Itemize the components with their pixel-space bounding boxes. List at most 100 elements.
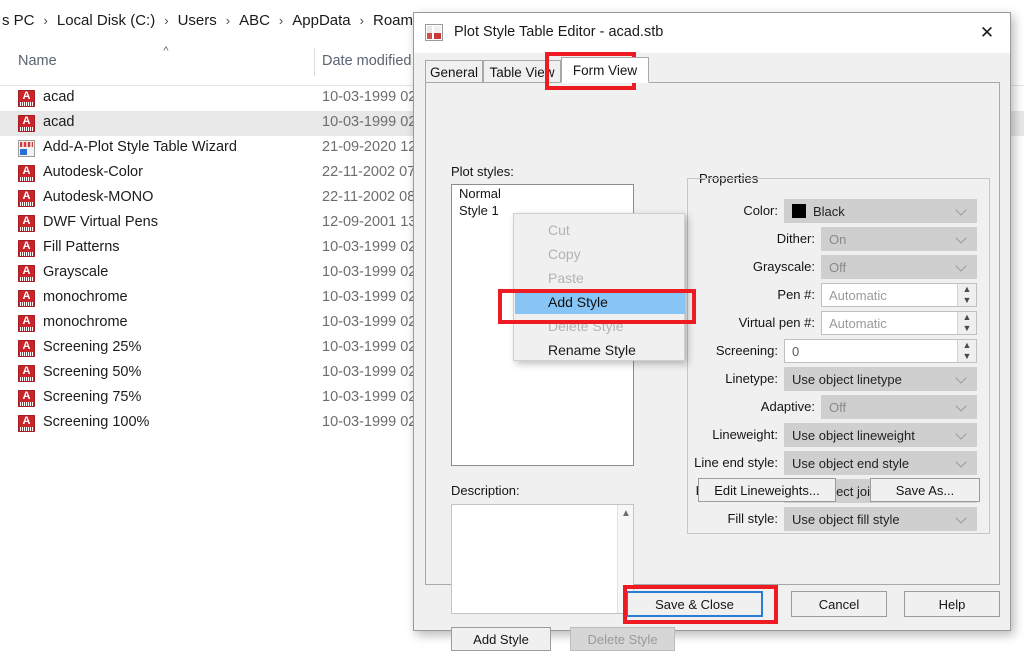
lineweight-value: Use object lineweight <box>792 427 915 443</box>
property-label: Adaptive: <box>760 399 815 414</box>
edit-lineweights-button[interactable]: Edit Lineweights... <box>698 478 836 502</box>
property-label: Screening: <box>715 343 778 358</box>
stb-file-icon <box>18 264 35 282</box>
screening-spinner[interactable]: 0 ▲ ▼ <box>784 339 977 363</box>
property-row: Fill style: Use object fill style <box>688 507 989 531</box>
breadcrumb-item[interactable]: ABC <box>237 12 272 29</box>
fill-style-dropdown[interactable]: Use object fill style <box>784 507 977 531</box>
breadcrumb-separator: › <box>43 12 48 28</box>
spinner-up-icon[interactable]: ▲ <box>958 312 976 323</box>
stb-file-icon <box>18 239 35 257</box>
property-row: Lineweight: Use object lineweight <box>688 423 989 447</box>
file-name: Screening 100% <box>43 414 150 430</box>
plot-style-list-item[interactable]: Normal <box>452 185 633 202</box>
linetype-dropdown[interactable]: Use object linetype <box>784 367 977 391</box>
plot-styles-context-menu[interactable]: Cut Copy Paste Add Style Delete Style Rename … <box>513 213 685 361</box>
column-header-name[interactable]: Name <box>18 53 57 69</box>
property-row: Adaptive: Off <box>688 395 989 419</box>
stb-file-icon <box>18 214 35 232</box>
property-row: Linetype: Use object linetype <box>688 367 989 391</box>
chevron-down-icon[interactable] <box>957 401 968 412</box>
file-date-modified: 10-03-1999 02 <box>322 239 417 255</box>
breadcrumb-separator: › <box>278 12 284 28</box>
cancel-button[interactable]: Cancel <box>791 591 887 617</box>
add-style-button[interactable]: Add Style <box>451 627 551 651</box>
file-name: Fill Patterns <box>43 239 120 255</box>
context-menu-item-copy: Copy <box>548 246 581 262</box>
color-dropdown[interactable]: Black <box>784 199 977 223</box>
property-label: Virtual pen #: <box>738 315 815 330</box>
spinner-down-icon[interactable]: ▼ <box>958 295 976 306</box>
scroll-up-icon[interactable]: ▲ <box>618 506 634 522</box>
file-name: Screening 75% <box>43 389 142 405</box>
file-icon-cell <box>18 164 35 182</box>
stb-file-icon <box>18 114 35 132</box>
virtual-pen-spinner-buttons[interactable]: ▲ ▼ <box>957 312 976 334</box>
file-icon-cell <box>18 264 35 282</box>
stb-file-icon <box>18 389 35 407</box>
property-row: Pen #: Automatic ▲ ▼ <box>688 283 989 307</box>
help-button[interactable]: Help <box>904 591 1000 617</box>
virtual-pen-value: Automatic <box>829 315 887 331</box>
close-icon[interactable]: ✕ <box>964 13 1010 53</box>
delete-style-button: Delete Style <box>570 627 675 651</box>
chevron-down-icon[interactable] <box>957 261 968 272</box>
file-name: monochrome <box>43 289 128 305</box>
dialog-title-bar[interactable]: Plot Style Table Editor - acad.stb ✕ <box>414 13 1010 53</box>
property-label: Pen #: <box>777 287 815 302</box>
line-end-style-dropdown[interactable]: Use object end style <box>784 451 977 475</box>
dither-value: On <box>829 231 847 247</box>
chevron-down-icon[interactable] <box>957 205 968 216</box>
pen-value: Automatic <box>829 287 887 303</box>
form-view-panel: Plot styles: Normal Style 1 Description: … <box>425 82 1000 651</box>
context-menu-item-rename-style[interactable]: Rename Style <box>515 338 685 362</box>
chevron-down-icon[interactable] <box>957 373 968 384</box>
property-label: Lineweight: <box>712 427 778 442</box>
breadcrumb-separator: › <box>225 12 231 28</box>
breadcrumb-item[interactable]: s PC <box>0 12 37 29</box>
property-label: Fill style: <box>727 511 778 526</box>
breadcrumb-separator: › <box>359 12 364 28</box>
color-value: Black <box>813 203 845 219</box>
column-header-date-modified[interactable]: Date modified <box>322 53 411 69</box>
column-divider[interactable] <box>314 48 315 76</box>
property-label: Dither: <box>776 231 815 246</box>
save-as-button[interactable]: Save As... <box>870 478 980 502</box>
breadcrumb-separator: › <box>164 12 169 28</box>
fill-style-value: Use object fill style <box>792 511 900 527</box>
spinner-up-icon[interactable]: ▲ <box>958 284 976 295</box>
file-date-modified: 10-03-1999 02 <box>322 314 417 330</box>
file-icon-cell <box>18 89 35 107</box>
property-row: Screening: 0 ▲ ▼ <box>688 339 989 363</box>
file-date-modified: 22-11-2002 08 <box>322 189 416 205</box>
stb-file-icon <box>18 339 35 357</box>
file-name: Grayscale <box>43 264 109 280</box>
chevron-down-icon[interactable] <box>957 429 968 440</box>
stb-file-icon <box>18 414 35 432</box>
spinner-down-icon[interactable]: ▼ <box>958 323 976 334</box>
file-name: acad <box>43 89 75 105</box>
property-row: Color: Black <box>688 199 989 223</box>
breadcrumb-item[interactable]: AppData <box>290 12 352 29</box>
file-icon-cell <box>18 414 35 432</box>
breadcrumb-item[interactable]: Users <box>176 12 219 29</box>
stb-file-icon <box>18 189 35 207</box>
breadcrumb-item[interactable]: Local Disk (C:) <box>55 12 157 29</box>
chevron-down-icon[interactable] <box>957 513 968 524</box>
file-icon-cell <box>18 189 35 207</box>
tab-general[interactable]: General <box>425 60 483 83</box>
add-style-menu-highlight <box>498 289 696 324</box>
screening-spinner-buttons[interactable]: ▲ ▼ <box>957 340 976 362</box>
spinner-up-icon[interactable]: ▲ <box>958 340 976 351</box>
file-date-modified: 10-03-1999 02 <box>322 389 417 405</box>
tab-form-view[interactable]: Form View <box>561 57 649 83</box>
spinner-down-icon[interactable]: ▼ <box>958 351 976 362</box>
description-textarea[interactable]: ▲ ▼ <box>451 504 634 614</box>
chevron-down-icon[interactable] <box>957 233 968 244</box>
pen-spinner-buttons[interactable]: ▲ ▼ <box>957 284 976 306</box>
file-name: Add-A-Plot Style Table Wizard <box>43 139 237 155</box>
lineweight-dropdown[interactable]: Use object lineweight <box>784 423 977 447</box>
property-label: Line end style: <box>694 455 778 470</box>
chevron-down-icon[interactable] <box>957 457 968 468</box>
file-name: Screening 50% <box>43 364 142 380</box>
